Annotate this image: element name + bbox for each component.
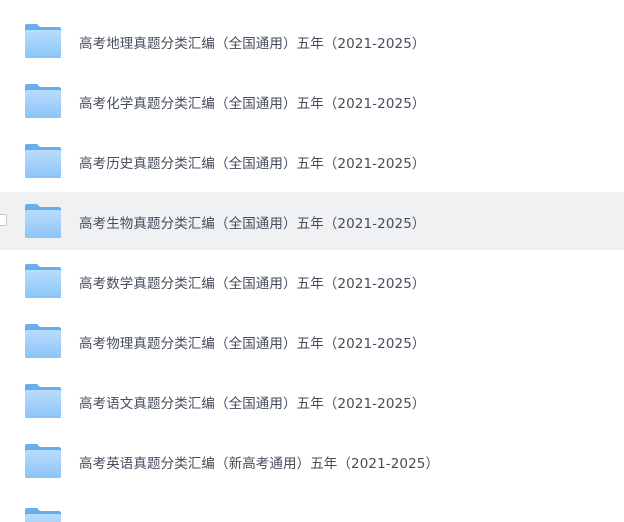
folder-row[interactable]: 高考历史真题分类汇编（全国通用）五年（2021-2025） bbox=[0, 132, 624, 190]
file-name[interactable]: 高考物理真题分类汇编（全国通用）五年（2021-2025） bbox=[79, 332, 425, 352]
folder-row[interactable]: 高考语文真题分类汇编（全国通用）五年（2021-2025） bbox=[0, 372, 624, 430]
folder-icon bbox=[25, 508, 61, 522]
folder-icon bbox=[25, 264, 61, 298]
folder-row[interactable]: 高考地理真题分类汇编（全国通用）五年（2021-2025） bbox=[0, 12, 624, 70]
folder-row[interactable]: 高考数学真题分类汇编（全国通用）五年（2021-2025） bbox=[0, 252, 624, 310]
folder-icon bbox=[25, 444, 61, 478]
folder-row[interactable]: 高考物理真题分类汇编（全国通用）五年（2021-2025） bbox=[0, 312, 624, 370]
row-checkbox[interactable] bbox=[0, 214, 7, 226]
folder-icon bbox=[25, 384, 61, 418]
file-name[interactable]: 高考历史真题分类汇编（全国通用）五年（2021-2025） bbox=[79, 152, 425, 172]
file-name[interactable]: 高考英语真题分类汇编（新高考通用）五年（2021-2025） bbox=[79, 452, 439, 472]
folder-icon bbox=[25, 204, 61, 238]
file-name[interactable]: 高考数学真题分类汇编（全国通用）五年（2021-2025） bbox=[79, 272, 425, 292]
folder-row[interactable]: 高考英语真题分类汇编（新高考通用）五年（2021-2025） bbox=[0, 432, 624, 490]
folder-icon bbox=[25, 324, 61, 358]
folder-row[interactable]: 高考化学真题分类汇编（全国通用）五年（2021-2025） bbox=[0, 72, 624, 130]
folder-icon bbox=[25, 144, 61, 178]
folder-icon bbox=[25, 24, 61, 58]
folder-row-partial[interactable] bbox=[0, 503, 624, 522]
file-list: 高考地理真题分类汇编（全国通用）五年（2021-2025） 高考化学真题分类汇编… bbox=[0, 0, 624, 522]
folder-row-hovered[interactable]: 高考生物真题分类汇编（全国通用）五年（2021-2025） bbox=[0, 192, 624, 250]
file-name[interactable]: 高考语文真题分类汇编（全国通用）五年（2021-2025） bbox=[79, 392, 425, 412]
file-name[interactable]: 高考地理真题分类汇编（全国通用）五年（2021-2025） bbox=[79, 32, 425, 52]
file-name[interactable]: 高考化学真题分类汇编（全国通用）五年（2021-2025） bbox=[79, 92, 425, 112]
folder-icon bbox=[25, 84, 61, 118]
file-name[interactable]: 高考生物真题分类汇编（全国通用）五年（2021-2025） bbox=[79, 212, 425, 232]
